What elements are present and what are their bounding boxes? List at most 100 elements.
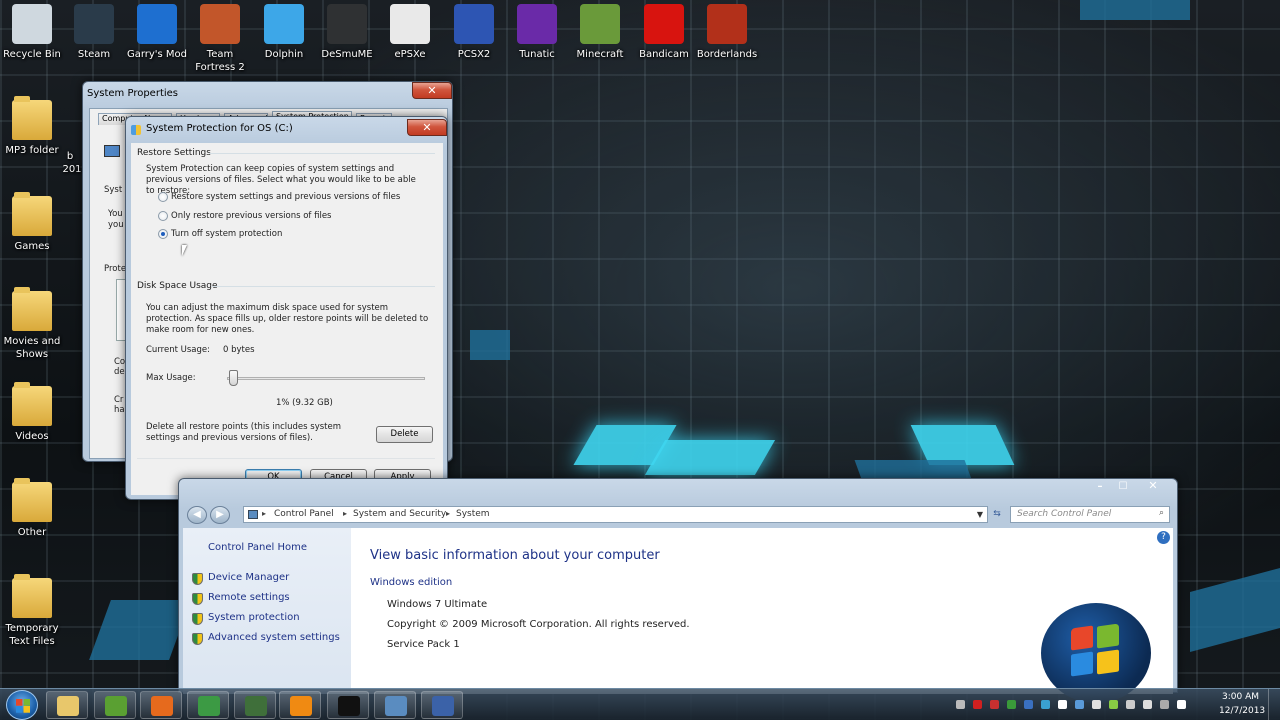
- dialog-close-button[interactable]: ✕: [407, 119, 447, 136]
- back-button[interactable]: ◀: [187, 506, 207, 524]
- close-button[interactable]: ✕: [1139, 479, 1167, 494]
- desktop-folder-label: Movies and Shows: [3, 336, 61, 360]
- desktop-folder[interactable]: Temporary Text Files: [0, 574, 64, 648]
- desktop-shortcut-label: Dolphin: [264, 49, 304, 60]
- utorrent-icon: [105, 696, 127, 716]
- desmume-icon: [327, 4, 367, 44]
- sidebar-link[interactable]: Advanced system settings: [208, 632, 340, 643]
- help-icon[interactable]: ?: [1157, 531, 1170, 544]
- system-properties-close-button[interactable]: ✕: [412, 82, 452, 99]
- firefox-icon: [151, 696, 173, 716]
- sidebar-link[interactable]: Remote settings: [208, 592, 290, 603]
- desktop-shortcut[interactable]: Dolphin: [252, 4, 316, 61]
- bluetooth-tray-icon[interactable]: [1075, 700, 1084, 709]
- bandicam-tray-icon[interactable]: [990, 700, 999, 709]
- desktop-shortcut[interactable]: PCSX2: [442, 4, 506, 61]
- desktop-folder[interactable]: MP3 folder: [0, 96, 64, 157]
- desktop-shortcut-label: Team Fortress 2: [195, 49, 245, 73]
- taskbar-button[interactable]: [187, 691, 229, 719]
- desktop-folder-label: Videos: [15, 431, 49, 442]
- restore-option[interactable]: Only restore previous versions of files: [158, 211, 418, 223]
- signal-tray-icon[interactable]: [1143, 700, 1152, 709]
- search-placeholder: Search Control Panel: [1017, 509, 1112, 519]
- desktop-shortcut[interactable]: Tunatic: [505, 4, 569, 61]
- sidebar-link[interactable]: Device Manager: [208, 572, 289, 583]
- search-icon: ⌕: [1158, 508, 1164, 518]
- breadcrumb-separator-icon[interactable]: ▸: [343, 509, 347, 518]
- show-hidden-icons-icon[interactable]: [956, 700, 965, 709]
- desktop-shortcut-label: Steam: [77, 49, 111, 60]
- breadcrumb-separator-icon[interactable]: ▸: [446, 509, 450, 518]
- taskbar-button[interactable]: [279, 691, 321, 719]
- max-usage-label: Max Usage:: [146, 373, 196, 383]
- delete-button[interactable]: Delete: [376, 426, 433, 443]
- show-desktop-button[interactable]: [1268, 689, 1280, 720]
- control-panel-icon: [385, 696, 407, 716]
- desktop-folder[interactable]: Movies and Shows: [0, 287, 64, 361]
- desktop-shortcut[interactable]: ePSXe: [378, 4, 442, 61]
- control-panel-home-link[interactable]: Control Panel Home: [208, 542, 307, 553]
- breadcrumb-item[interactable]: System: [456, 509, 490, 519]
- radio-button[interactable]: [158, 211, 168, 221]
- desktop-folder[interactable]: Other: [0, 478, 64, 539]
- taskbar-button[interactable]: [374, 691, 416, 719]
- antivirus-tray-icon[interactable]: [1109, 700, 1118, 709]
- partial-icon-label: 201: [62, 164, 82, 175]
- vlc-icon: [290, 696, 312, 716]
- partial-text: de: [114, 367, 125, 377]
- desktop-shortcut-label: Minecraft: [576, 49, 624, 60]
- breadcrumb-item[interactable]: System and Security: [353, 509, 446, 519]
- flag-tray-icon[interactable]: [1126, 700, 1135, 709]
- desktop-shortcut[interactable]: Bandicam: [632, 4, 696, 61]
- sync-icon[interactable]: [1177, 700, 1186, 709]
- security-tray-icon[interactable]: [1092, 700, 1101, 709]
- desktop-shortcut[interactable]: Minecraft: [568, 4, 632, 61]
- taskbar-button[interactable]: [234, 691, 276, 719]
- cmd-icon: [338, 696, 360, 716]
- dolphin-icon: [264, 4, 304, 44]
- desktop-shortcut[interactable]: Garry's Mod: [125, 4, 189, 61]
- breadcrumb-item[interactable]: Control Panel: [274, 509, 334, 519]
- desktop-shortcut[interactable]: Borderlands: [695, 4, 759, 61]
- maximize-button[interactable]: ☐: [1112, 481, 1134, 495]
- radio-button[interactable]: [158, 229, 168, 239]
- desktop-folder[interactable]: Videos: [0, 382, 64, 443]
- minimize-button[interactable]: –: [1089, 481, 1111, 495]
- restore-option[interactable]: Restore system settings and previous ver…: [158, 192, 418, 204]
- desktop-folder-label: Temporary Text Files: [5, 623, 59, 647]
- address-dropdown-icon[interactable]: ▼: [977, 510, 983, 519]
- taskbar-button[interactable]: [140, 691, 182, 719]
- refresh-button[interactable]: ⇆: [989, 506, 1005, 523]
- taskbar-button[interactable]: [421, 691, 463, 719]
- max-usage-slider-thumb[interactable]: [228, 370, 238, 386]
- address-bar[interactable]: ▸ Control Panel ▸ System and Security ▸ Syst…: [243, 506, 988, 523]
- max-usage-slider-track[interactable]: [227, 377, 425, 380]
- page-title: View basic information about your comput…: [370, 548, 660, 563]
- desktop-shortcut[interactable]: Team Fortress 2: [188, 4, 252, 74]
- desktop-shortcut-label: ePSXe: [394, 49, 426, 60]
- clock-date: 12/7/2013: [1219, 706, 1266, 716]
- network-tray-icon[interactable]: [1041, 700, 1050, 709]
- search-input[interactable]: Search Control Panel ⌕: [1010, 506, 1170, 523]
- taskbar-button[interactable]: [94, 691, 136, 719]
- restore-option[interactable]: Turn off system protection: [158, 229, 418, 241]
- desktop-shortcut[interactable]: Recycle Bin: [0, 4, 64, 61]
- desktop-shortcut[interactable]: Steam: [62, 4, 126, 61]
- radio-button[interactable]: [158, 192, 168, 202]
- steam-tray-icon[interactable]: [1024, 700, 1033, 709]
- volume-icon[interactable]: [1160, 700, 1169, 709]
- max-usage-readout: 1% (9.32 GB): [276, 398, 333, 408]
- taskbar-button[interactable]: [327, 691, 369, 719]
- record-icon[interactable]: [973, 700, 982, 709]
- monitor-tray-icon[interactable]: [1058, 700, 1067, 709]
- partial-text: Prote: [104, 264, 127, 274]
- forward-button[interactable]: ▶: [210, 506, 230, 524]
- sidebar-link[interactable]: System protection: [208, 612, 300, 623]
- start-button[interactable]: [6, 690, 38, 720]
- tunatic-icon: [517, 4, 557, 44]
- desktop-folder[interactable]: Games: [0, 192, 64, 253]
- taskbar-button[interactable]: [46, 691, 88, 719]
- utorrent-tray-icon[interactable]: [1007, 700, 1016, 709]
- desktop-shortcut[interactable]: DeSmuME: [315, 4, 379, 61]
- dialog-client: Restore Settings System Protection can k…: [131, 143, 443, 495]
